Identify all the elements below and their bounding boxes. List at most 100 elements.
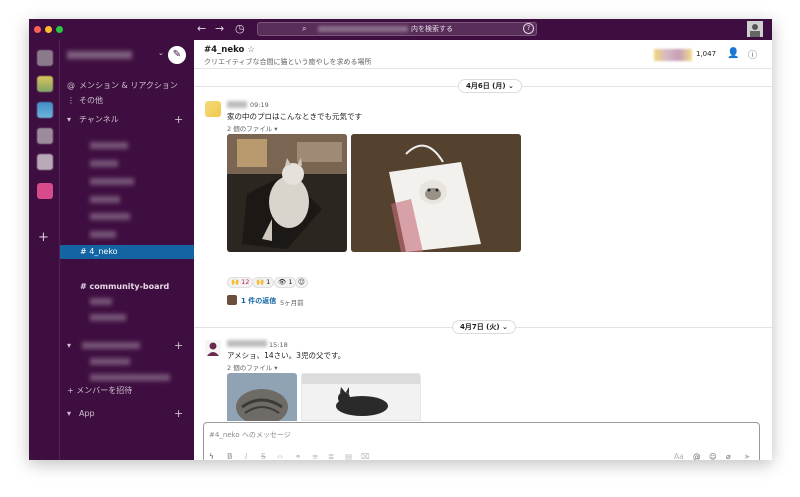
channel-redacted[interactable] <box>90 314 126 321</box>
minimize-window-button[interactable] <box>45 26 52 33</box>
sidebar-item-community-board[interactable]: # community-board <box>80 281 169 293</box>
channel-pane: #4_neko ☆ クリエイティブな合間に猫という癒やしを求める場所 1,047 … <box>194 40 772 460</box>
reaction-button[interactable]: 🙌 12 <box>227 277 254 288</box>
title-bar: ← → ◷ ⌕ 内を検索する ? <box>29 19 772 40</box>
thread-replies-link[interactable]: 1 件の返信 <box>241 296 276 306</box>
workspace-icon[interactable] <box>37 102 53 118</box>
message-timestamp[interactable]: 15:18 <box>269 341 288 349</box>
cat-photo[interactable] <box>227 373 297 421</box>
channel-redacted[interactable] <box>90 298 112 305</box>
bullet-list-icon[interactable]: ≣ <box>328 452 334 460</box>
date-pill[interactable]: 4月7日 (火) ⌄ <box>452 320 516 334</box>
close-window-button[interactable] <box>34 26 41 33</box>
cat-photo[interactable] <box>351 134 521 252</box>
code-icon[interactable]: ‹› <box>277 452 283 460</box>
channel-redacted[interactable] <box>90 142 128 149</box>
dm-redacted[interactable] <box>90 358 130 365</box>
caret-down-icon: ▾ <box>67 341 72 350</box>
add-workspace-icon[interactable]: + <box>38 230 49 245</box>
caret-down-icon: ▾ <box>67 115 72 124</box>
message-composer[interactable]: #4_neko へのメッセージ ϟ B I S ‹› ⚭ ≡ ≣ ▤ ⌧ Aa … <box>203 422 760 460</box>
avatar[interactable] <box>205 101 221 117</box>
add-dm-icon[interactable]: + <box>174 339 183 352</box>
thread-last-reply-time: 5ヶ月前 <box>280 299 304 307</box>
channel-header: #4_neko ☆ クリエイティブな合間に猫という癒やしを求める場所 1,047 … <box>194 40 772 69</box>
forward-arrow-icon[interactable]: → <box>215 22 224 36</box>
attach-icon[interactable]: ⌀ <box>726 452 731 460</box>
message-text: アメショ、14さい。3児の父です。 <box>227 351 346 360</box>
add-app-icon[interactable]: + <box>174 407 183 420</box>
channel-redacted[interactable] <box>90 160 118 167</box>
italic-icon[interactable]: I <box>245 452 247 460</box>
chevron-down-icon[interactable]: ⌄ <box>158 49 164 57</box>
sidebar-section-collapsed[interactable]: ▾ <box>67 340 79 352</box>
zoom-window-button[interactable] <box>56 26 63 33</box>
send-icon[interactable]: ➤ <box>744 452 750 460</box>
sidebar-item-mentions[interactable]: @ メンション & リアクション <box>67 80 178 92</box>
user-avatar[interactable] <box>747 21 763 37</box>
workspace-icon[interactable] <box>37 128 53 144</box>
back-arrow-icon[interactable]: ← <box>197 22 206 36</box>
workspace-name-redacted <box>67 51 132 59</box>
sidebar-item-more[interactable]: ⋮ その他 <box>67 95 103 107</box>
sidebar-section-channels[interactable]: ▾ チャンネル <box>67 114 119 126</box>
channel-redacted[interactable] <box>90 231 116 238</box>
reply-avatar[interactable] <box>227 295 237 305</box>
add-member-icon[interactable]: 👤 <box>727 48 739 59</box>
workspace-icon[interactable] <box>37 183 53 199</box>
sender-name-redacted[interactable] <box>227 340 267 347</box>
sender-name-redacted[interactable] <box>227 101 247 108</box>
workspace-icon[interactable] <box>37 154 53 170</box>
avatar[interactable] <box>205 340 221 356</box>
emoji-icon[interactable]: ☺ <box>709 452 717 460</box>
sidebar-item-4-neko[interactable]: # 4_neko <box>60 245 194 259</box>
reaction-button[interactable]: 🙌 1 <box>252 277 275 288</box>
add-channel-icon[interactable]: + <box>174 113 183 126</box>
window-controls <box>34 26 63 33</box>
dm-redacted[interactable] <box>90 374 170 381</box>
sidebar-section-app[interactable]: ▾ App <box>67 408 95 420</box>
file-count-toggle[interactable]: 2 個のファイル ▾ <box>227 362 278 372</box>
format-text-icon[interactable]: Aa <box>674 452 684 460</box>
invite-members-link[interactable]: + メンバーを招待 <box>67 385 132 397</box>
code-block-icon[interactable]: ⌧ <box>361 452 370 460</box>
composer-placeholder: #4_neko へのメッセージ <box>209 431 291 439</box>
add-reaction-icon[interactable]: ☺ <box>295 277 308 288</box>
search-bar[interactable]: ⌕ 内を検索する <box>257 22 537 36</box>
workspace-icon[interactable] <box>37 50 53 66</box>
channel-redacted[interactable] <box>90 213 130 220</box>
workspace-icon[interactable] <box>37 76 53 92</box>
member-avatars[interactable] <box>654 49 692 61</box>
cat-photo[interactable] <box>301 373 421 421</box>
strikethrough-icon[interactable]: S <box>261 452 266 460</box>
ordered-list-icon[interactable]: ≡ <box>312 452 318 460</box>
message-text: 家の中のプロはこんなときでも元気です <box>227 112 362 121</box>
star-icon[interactable]: ☆ <box>247 45 255 55</box>
member-count[interactable]: 1,047 <box>696 50 716 58</box>
workspace-rail: + <box>29 40 60 460</box>
section-name-redacted <box>82 342 140 349</box>
search-placeholder: 内を検索する <box>411 25 453 33</box>
channel-topic[interactable]: クリエイティブな合間に猫という癒やしを求める場所 <box>204 57 371 67</box>
reaction-button[interactable]: 👁 1 <box>274 277 297 288</box>
cat-photo[interactable] <box>227 134 347 252</box>
help-icon[interactable]: ? <box>523 23 534 34</box>
lightning-icon[interactable]: ϟ <box>209 452 214 460</box>
channel-redacted[interactable] <box>90 178 134 185</box>
bold-icon[interactable]: B <box>227 452 233 460</box>
date-pill[interactable]: 4月6日 (月) ⌄ <box>458 79 522 93</box>
mention-at-icon[interactable]: @ <box>693 452 701 460</box>
quote-icon[interactable]: ▤ <box>345 452 352 460</box>
caret-down-icon: ▾ <box>67 409 72 418</box>
message-timestamp[interactable]: 09:19 <box>250 101 269 109</box>
app-window: ← → ◷ ⌕ 内を検索する ? + ⌄ ✎ @ メンション & リアクション ⋮… <box>29 19 772 460</box>
more-vertical-icon: ⋮ <box>67 96 75 105</box>
info-icon[interactable]: ⓘ <box>748 48 757 61</box>
at-icon: @ <box>67 81 75 90</box>
history-clock-icon[interactable]: ◷ <box>235 22 245 36</box>
file-count-toggle[interactable]: 2 個のファイル ▾ <box>227 123 278 133</box>
compose-icon[interactable]: ✎ <box>168 46 186 64</box>
channel-title[interactable]: #4_neko ☆ <box>204 45 255 55</box>
channel-redacted[interactable] <box>90 196 120 203</box>
link-icon[interactable]: ⚭ <box>295 452 301 460</box>
